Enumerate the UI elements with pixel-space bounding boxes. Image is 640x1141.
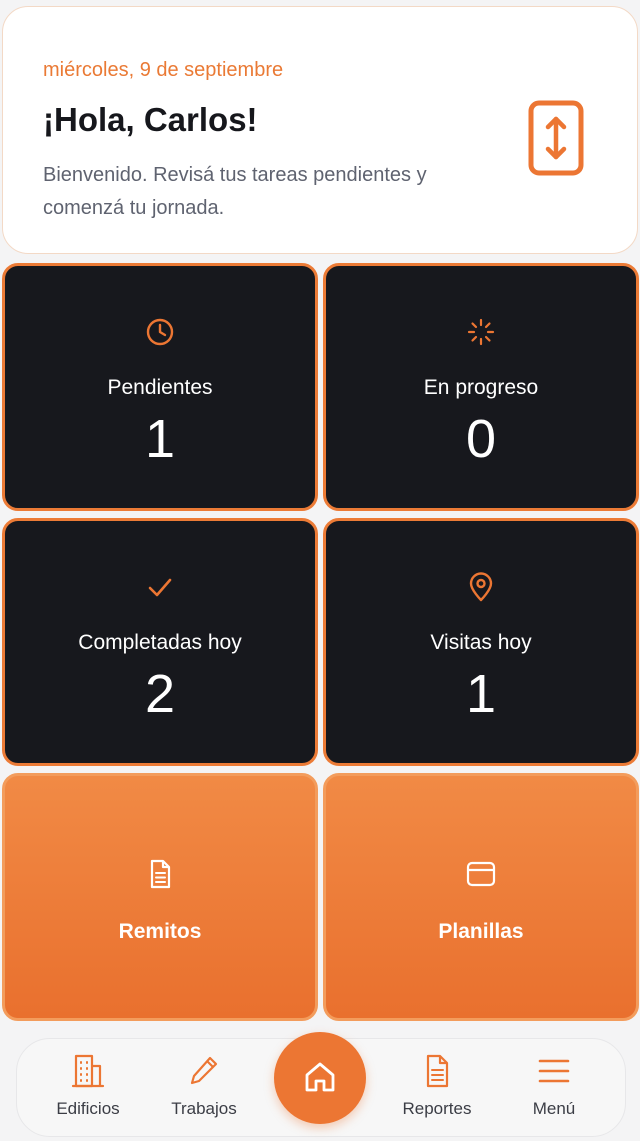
check-icon bbox=[148, 578, 172, 597]
stat-value: 1 bbox=[144, 409, 176, 469]
stat-value: 1 bbox=[465, 664, 497, 724]
clock-icon bbox=[146, 318, 174, 346]
nav-item-reportes[interactable]: Reportes bbox=[382, 1053, 492, 1125]
stat-value: 2 bbox=[144, 664, 176, 724]
stat-label: Pendientes bbox=[107, 376, 213, 399]
stat-label: En progreso bbox=[423, 376, 539, 399]
planillas-button[interactable]: Planillas bbox=[323, 773, 639, 1021]
welcome-message: Bienvenido. Revisá tus tareas pendientes… bbox=[43, 164, 427, 219]
stat-pending-tile[interactable]: Pendientes 1 bbox=[2, 263, 318, 511]
nav-item-trabajos[interactable]: Trabajos bbox=[149, 1053, 259, 1125]
stat-label: Completadas hoy bbox=[78, 631, 242, 654]
stat-label: Visitas hoy bbox=[430, 631, 532, 654]
document-icon bbox=[426, 1054, 449, 1088]
nav-label: Reportes bbox=[402, 1099, 472, 1118]
current-date: miércoles, 9 de septiembre bbox=[43, 59, 284, 81]
stat-value: 0 bbox=[465, 409, 497, 469]
nav-item-edificios[interactable]: Edificios bbox=[33, 1053, 143, 1125]
elevator-icon bbox=[528, 100, 584, 176]
stat-visits-tile[interactable]: Visitas hoy 1 bbox=[323, 518, 639, 766]
stat-in-progress-tile[interactable]: En progreso 0 bbox=[323, 263, 639, 511]
action-label: Planillas bbox=[438, 920, 524, 943]
greeting-title: ¡Hola, Carlos! bbox=[43, 101, 258, 138]
window-icon bbox=[466, 861, 496, 887]
stat-completed-tile[interactable]: Completadas hoy 2 bbox=[2, 518, 318, 766]
action-label: Remitos bbox=[118, 920, 202, 943]
nav-item-menu[interactable]: Menú bbox=[499, 1053, 609, 1125]
home-icon bbox=[305, 1062, 335, 1092]
loader-icon bbox=[467, 318, 495, 346]
nav-label: Trabajos bbox=[171, 1099, 237, 1118]
nav-label: Menú bbox=[532, 1099, 576, 1118]
document-icon bbox=[150, 859, 171, 889]
building-icon bbox=[71, 1054, 105, 1088]
nav-label: Edificios bbox=[56, 1099, 120, 1118]
remitos-button[interactable]: Remitos bbox=[2, 773, 318, 1021]
dashboard-screen: miércoles, 9 de septiembre ¡Hola, Carlos… bbox=[0, 0, 640, 1141]
pencil-icon bbox=[190, 1056, 218, 1085]
home-button[interactable] bbox=[274, 1032, 366, 1124]
menu-icon bbox=[538, 1059, 570, 1083]
map-pin-icon bbox=[469, 572, 493, 602]
greeting-card: miércoles, 9 de septiembre ¡Hola, Carlos… bbox=[2, 6, 638, 254]
